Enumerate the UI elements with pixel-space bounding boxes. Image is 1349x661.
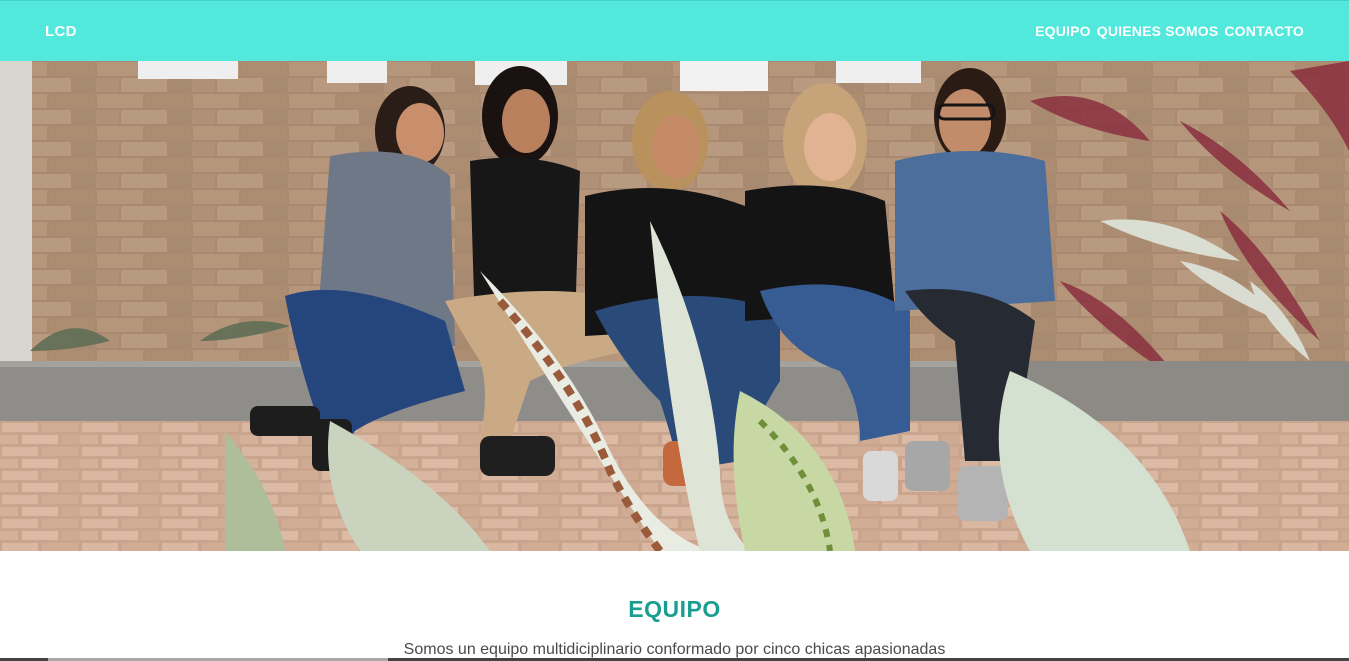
main-nav: EQUIPO QUIENES SOMOS CONTACTO [1035, 23, 1304, 39]
logo-link[interactable]: LCD [45, 23, 77, 40]
nav-link-equipo[interactable]: EQUIPO [1035, 23, 1091, 39]
section-title-equipo: EQUIPO [628, 596, 721, 622]
section-description: Somos un equipo multidiciplinario confor… [403, 641, 946, 658]
nav-link-contacto[interactable]: CONTACTO [1224, 23, 1304, 39]
hero-team-photo [0, 61, 1349, 551]
team-photo-illustration [0, 61, 1349, 551]
nav-link-quienes-somos[interactable]: QUIENES SOMOS [1097, 23, 1219, 39]
top-navbar: LCD EQUIPO QUIENES SOMOS CONTACTO [0, 0, 1349, 61]
